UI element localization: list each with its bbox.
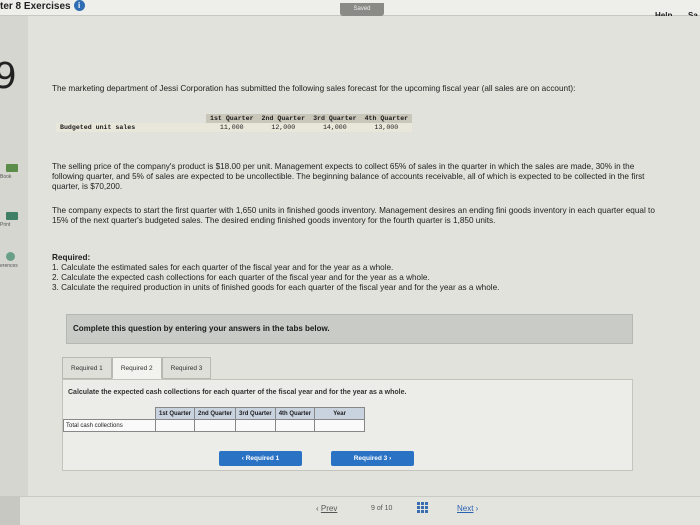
budget-col-header: 1st Quarter [206, 114, 258, 123]
sidebar-item-label: Book [0, 174, 12, 180]
page-total: of 10 [376, 505, 393, 512]
question-number: 9 [0, 56, 17, 97]
prev-page-link[interactable]: ‹ Prev [316, 504, 337, 513]
page-current: 9 [371, 505, 375, 512]
problem-intro: The marketing department of Jessi Corpor… [52, 84, 576, 93]
ans-col-header: 4th Quarter [274, 407, 316, 420]
ans-col-header: 3rd Quarter [235, 407, 276, 420]
cash-collections-table: 1st Quarter 2nd Quarter 3rd Quarter 4th … [63, 407, 366, 432]
chapter-title-text: ter 8 Exercises [0, 1, 71, 12]
ans-input-year[interactable] [314, 419, 366, 432]
sidebar-item-label: Print [0, 222, 11, 228]
budget-col-header: 3rd Quarter [309, 114, 361, 123]
next-required-button[interactable]: Required 3 › [331, 451, 414, 466]
sidebar-item-print[interactable]: Print [0, 212, 28, 228]
budget-cell: 13,000 [360, 123, 413, 132]
prev-required-label: Required 1 [245, 455, 280, 462]
price-paragraph: The selling price of the company's produ… [52, 162, 645, 191]
prev-page-label: Prev [320, 504, 338, 513]
book-icon [6, 164, 18, 172]
tab-bar: Required 1 Required 2 Required 3 [62, 357, 212, 379]
ans-input-q2[interactable] [194, 419, 237, 432]
budget-cell: 14,000 [309, 123, 361, 132]
budget-row-label: Budgeted unit sales [56, 123, 206, 132]
required-heading: Required: [52, 253, 91, 262]
next-page-label: Next [457, 504, 474, 513]
ans-input-q1[interactable] [154, 419, 196, 432]
required-item-1: 1. Calculate the estimated sales for eac… [52, 263, 394, 272]
references-icon [6, 252, 15, 261]
chevron-right-icon: › [473, 504, 479, 513]
budget-col-header: 2nd Quarter [257, 114, 310, 123]
ans-col-header: 2nd Quarter [194, 407, 237, 420]
page-indicator: 9 of 10 [371, 505, 392, 512]
chevron-left-icon: ‹ [241, 455, 244, 462]
budget-cell: 11,000 [206, 123, 258, 132]
chevron-right-icon: › [389, 455, 392, 462]
next-required-label: Required 3 [353, 455, 388, 462]
sidebar-item-book[interactable]: Book [0, 164, 28, 180]
info-icon[interactable]: i [73, 0, 85, 11]
tab-required-3[interactable]: Required 3 [161, 357, 212, 379]
grid-icon[interactable] [417, 502, 428, 513]
ans-col-header: 1st Quarter [154, 407, 196, 420]
ans-input-q4[interactable] [274, 419, 316, 432]
sidebar-item-references[interactable]: erences [0, 252, 28, 269]
tab-required-2[interactable]: Required 2 [111, 357, 162, 379]
required-item-2: 2. Calculate the expected cash collectio… [52, 273, 430, 282]
next-page-link[interactable]: Next › [457, 504, 478, 513]
tab-required-1[interactable]: Required 1 [62, 357, 112, 379]
ans-col-header: Year [314, 407, 366, 420]
sidebar: 9 Book Print erences [0, 16, 28, 496]
corner-widget [0, 496, 20, 525]
saved-badge: Saved [340, 3, 384, 16]
ans-input-q3[interactable] [235, 419, 276, 432]
panel-prompt: Calculate the expected cash collections … [68, 389, 407, 396]
footer-bar [0, 496, 700, 525]
inventory-paragraph: The company expects to start the first q… [52, 206, 655, 225]
budget-cell: 12,000 [257, 123, 310, 132]
instruction-banner: Complete this question by entering your … [66, 314, 633, 344]
budget-col-header: 4th Quarter [360, 114, 413, 123]
sidebar-item-label: erences [0, 263, 18, 269]
budget-table: 1st Quarter 2nd Quarter 3rd Quarter 4th … [56, 114, 413, 132]
prev-required-button[interactable]: ‹ Required 1 [219, 451, 302, 466]
chapter-title: ter 8 Exercises i [0, 0, 85, 14]
ans-row-label: Total cash collections [63, 419, 156, 432]
required-item-3: 3. Calculate the required production in … [52, 283, 500, 292]
print-icon [6, 212, 18, 220]
